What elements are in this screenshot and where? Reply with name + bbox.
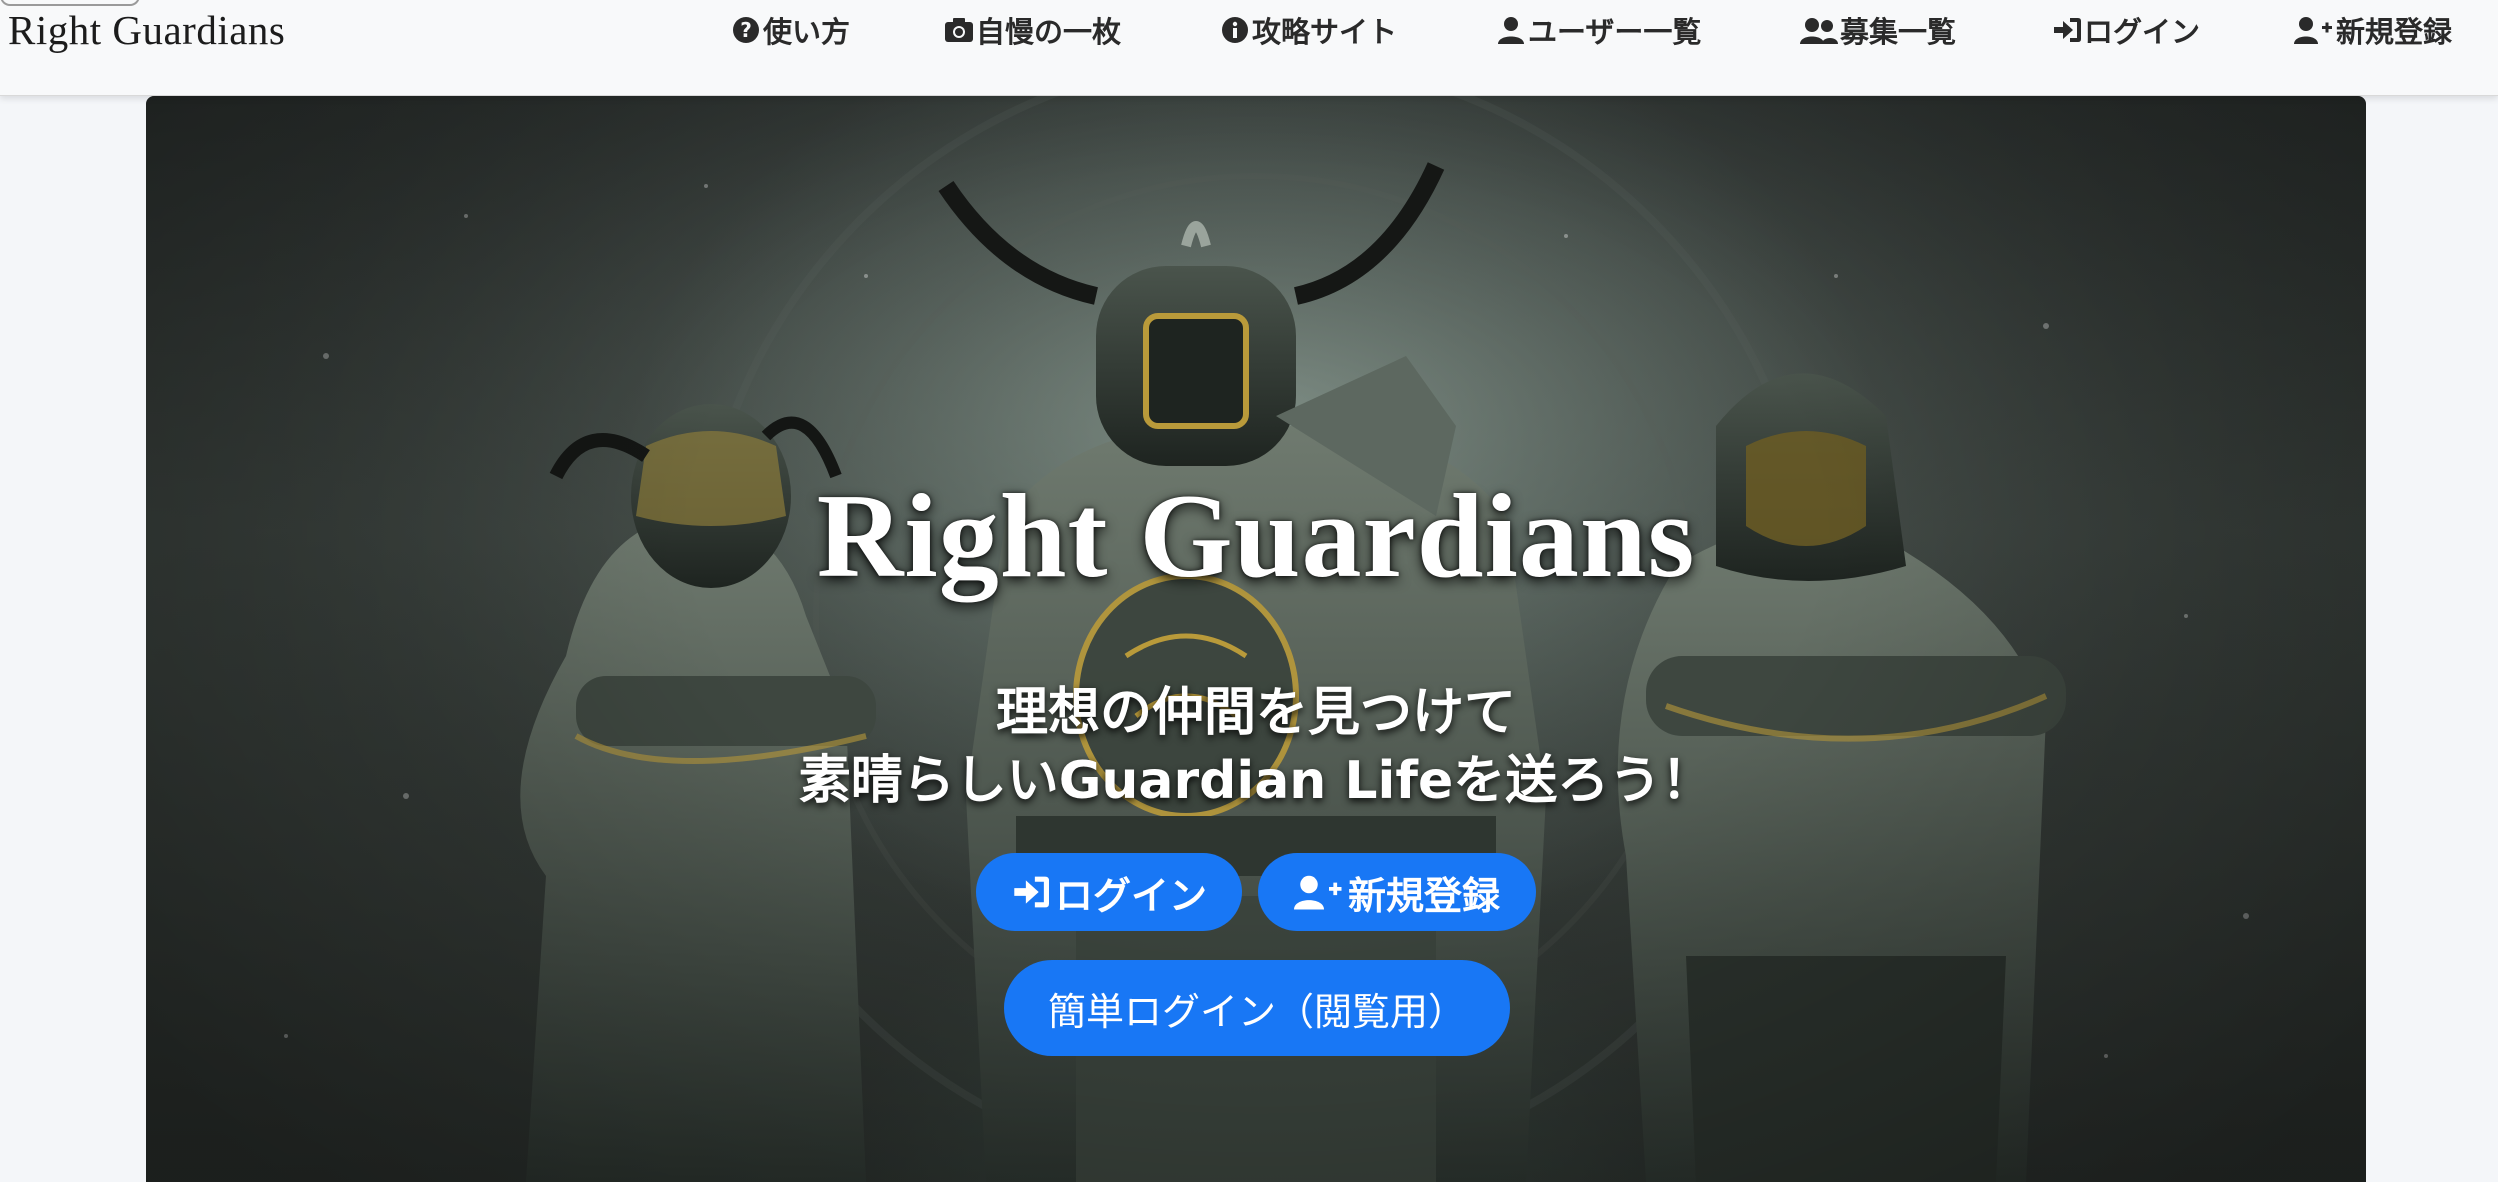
nav-item-login[interactable]: ログイン xyxy=(2052,8,2200,52)
user-plus-icon xyxy=(1293,874,1344,910)
info-circle-icon xyxy=(1220,15,1250,45)
nav-item-photo[interactable]: 自慢の一枚 xyxy=(944,8,1121,52)
guest-login-label: 簡単ログイン（閲覧用） xyxy=(1047,989,1466,1034)
nav-item-label: ユーザー一覧 xyxy=(1528,15,1702,49)
question-circle-icon: ? xyxy=(731,15,761,45)
hero-login-label: ログイン xyxy=(1054,873,1207,918)
nav-item-recruitment[interactable]: 募集一覧 xyxy=(1800,8,1956,52)
nav-item-signup[interactable]: 新規登録 xyxy=(2294,8,2452,52)
nav-item-guide-sites[interactable]: 攻略サイト xyxy=(1220,8,1397,52)
hero-subtitle-line1: 理想の仲間を見つけて xyxy=(995,683,1516,743)
nav-item-label: 自慢の一枚 xyxy=(976,15,1122,49)
users-icon xyxy=(1800,15,1838,45)
nav-item-label: ログイン xyxy=(2084,15,2201,49)
navbar: Right Guardians ? 使い方 自慢の一枚 攻略サイト ユーザー一覧 xyxy=(0,0,2498,96)
hero-subtitle-line2: 素晴らしいGuardian Lifeを送ろう！ xyxy=(798,751,1714,811)
nav-item-users[interactable]: ユーザー一覧 xyxy=(1496,8,1701,52)
guest-login-button[interactable]: 簡単ログイン（閲覧用） xyxy=(1004,960,1510,1056)
nav-item-label: 募集一覧 xyxy=(1840,15,1957,49)
hero-title: Right Guardians xyxy=(816,469,1696,602)
user-plus-icon xyxy=(2294,15,2334,45)
nav-item-how-to[interactable]: ? 使い方 xyxy=(731,8,850,52)
nav-item-label: 攻略サイト xyxy=(1252,15,1398,49)
camera-icon xyxy=(944,15,974,45)
hero-section: Right Guardians 理想の仲間を見つけて 素晴らしいGuardian… xyxy=(146,96,2366,1182)
hero-signup-button[interactable]: 新規登録 xyxy=(1258,853,1536,931)
svg-text:?: ? xyxy=(740,18,752,42)
nav-item-label: 新規登録 xyxy=(2336,15,2453,49)
hero-login-button[interactable]: ログイン xyxy=(976,853,1242,931)
nav-links: ? 使い方 自慢の一枚 攻略サイト ユーザー一覧 募集一覧 ログイン 新規登録 xyxy=(0,0,2498,60)
user-icon xyxy=(1496,15,1526,45)
sign-in-icon xyxy=(2052,15,2082,45)
hero-signup-label: 新規登録 xyxy=(1347,873,1500,918)
nav-item-label: 使い方 xyxy=(763,15,851,49)
sign-in-icon xyxy=(1011,874,1051,910)
